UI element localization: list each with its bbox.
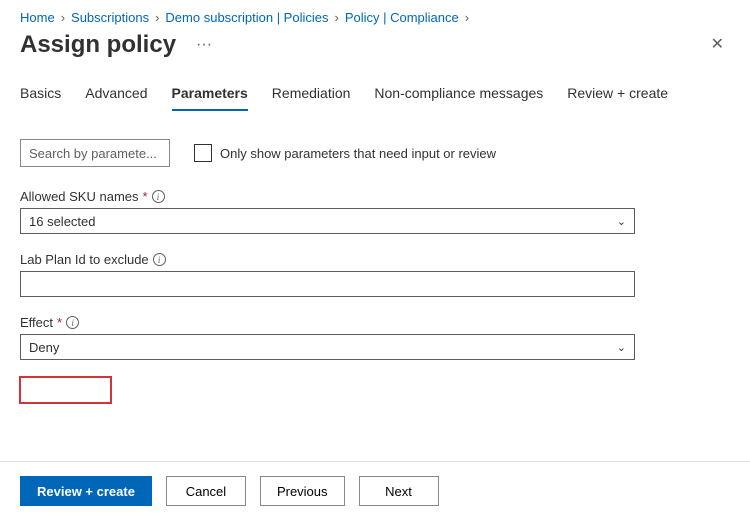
tab-parameters[interactable]: Parameters	[172, 79, 248, 111]
highlight-annotation	[19, 376, 112, 404]
info-icon[interactable]: i	[153, 253, 166, 266]
breadcrumb: Home › Subscriptions › Demo subscription…	[0, 0, 750, 29]
field-label: Effect	[20, 315, 53, 330]
breadcrumb-subscriptions[interactable]: Subscriptions	[71, 10, 149, 25]
lab-plan-input[interactable]	[20, 271, 635, 297]
page-title: Assign policy	[20, 31, 176, 59]
field-label-row: Effect * i	[20, 315, 730, 330]
effect-dropdown[interactable]: Deny ⌄	[20, 334, 635, 360]
field-label-row: Lab Plan Id to exclude i	[20, 252, 730, 267]
breadcrumb-home[interactable]: Home	[20, 10, 55, 25]
breadcrumb-policy-compliance[interactable]: Policy | Compliance	[345, 10, 459, 25]
checkbox-label: Only show parameters that need input or …	[220, 146, 496, 161]
field-label-row: Allowed SKU names * i	[20, 189, 730, 204]
search-input[interactable]	[20, 139, 170, 167]
info-icon[interactable]: i	[152, 190, 165, 203]
previous-button[interactable]: Previous	[260, 476, 345, 506]
required-indicator: *	[143, 189, 148, 204]
tab-review-create[interactable]: Review + create	[567, 79, 668, 111]
breadcrumb-demo-subscription[interactable]: Demo subscription | Policies	[165, 10, 328, 25]
footer: Review + create Cancel Previous Next	[0, 461, 750, 520]
allowed-sku-dropdown[interactable]: 16 selected ⌄	[20, 208, 635, 234]
tab-noncompliance-messages[interactable]: Non-compliance messages	[374, 79, 543, 111]
tab-remediation[interactable]: Remediation	[272, 79, 351, 111]
title-left: Assign policy ···	[20, 31, 216, 59]
dropdown-value: Deny	[29, 340, 59, 355]
field-label: Lab Plan Id to exclude	[20, 252, 149, 267]
field-effect: Effect * i Deny ⌄	[20, 315, 730, 360]
title-row: Assign policy ··· ✕	[0, 29, 750, 79]
chevron-down-icon: ⌄	[617, 215, 626, 228]
tab-advanced[interactable]: Advanced	[85, 79, 147, 111]
tab-basics[interactable]: Basics	[20, 79, 61, 111]
checkbox-only-need-input[interactable]: Only show parameters that need input or …	[194, 144, 496, 162]
review-create-button[interactable]: Review + create	[20, 476, 152, 506]
chevron-down-icon: ⌄	[617, 341, 626, 354]
more-actions-button[interactable]: ···	[192, 32, 216, 58]
chevron-icon: ›	[61, 10, 65, 25]
content: Only show parameters that need input or …	[0, 139, 750, 360]
field-lab-plan: Lab Plan Id to exclude i	[20, 252, 730, 297]
close-button[interactable]: ✕	[705, 31, 730, 59]
chevron-icon: ›	[155, 10, 159, 25]
filter-row: Only show parameters that need input or …	[20, 139, 730, 167]
field-allowed-sku: Allowed SKU names * i 16 selected ⌄	[20, 189, 730, 234]
tabs: Basics Advanced Parameters Remediation N…	[0, 79, 750, 111]
next-button[interactable]: Next	[359, 476, 439, 506]
dropdown-value: 16 selected	[29, 214, 96, 229]
chevron-icon: ›	[465, 10, 469, 25]
chevron-icon: ›	[334, 10, 338, 25]
cancel-button[interactable]: Cancel	[166, 476, 246, 506]
required-indicator: *	[57, 315, 62, 330]
checkbox-icon[interactable]	[194, 144, 212, 162]
info-icon[interactable]: i	[66, 316, 79, 329]
field-label: Allowed SKU names	[20, 189, 139, 204]
